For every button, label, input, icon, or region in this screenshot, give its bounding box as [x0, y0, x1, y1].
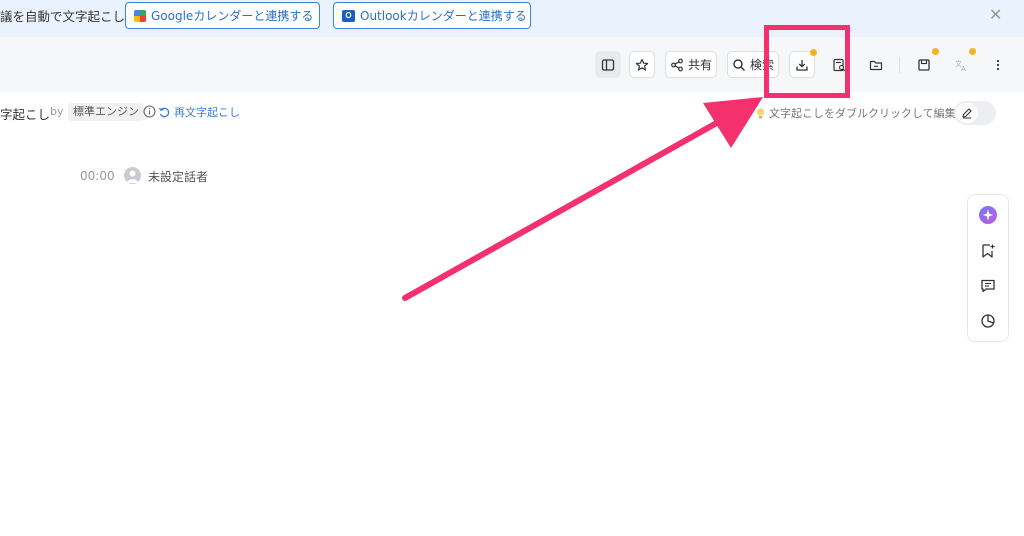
annotation-arrow — [402, 97, 763, 301]
